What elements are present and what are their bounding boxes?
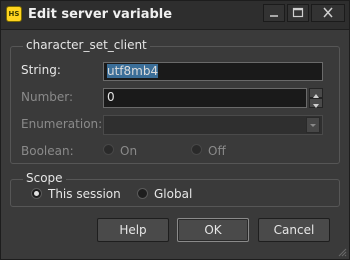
minimize-icon (270, 15, 278, 17)
boolean-on-label: On (120, 144, 138, 158)
title-bar[interactable]: HS Edit server variable (1, 1, 349, 30)
help-button[interactable]: Help (97, 218, 169, 242)
number-value: 0 (107, 90, 115, 104)
enumeration-label: Enumeration: (21, 117, 103, 131)
number-spin-up[interactable] (309, 88, 323, 98)
heidisql-app-icon: HS (6, 6, 22, 22)
close-icon (323, 7, 333, 18)
scope-group-title: Scope (23, 171, 66, 185)
number-input[interactable]: 0 (103, 88, 307, 108)
scope-global-radio[interactable] (137, 188, 148, 199)
string-input[interactable]: utf8mb4 (103, 62, 323, 81)
number-label: Number: (21, 90, 74, 104)
string-value: utf8mb4 (107, 64, 159, 78)
scope-global-label: Global (154, 187, 193, 201)
number-spin-down[interactable] (309, 98, 323, 108)
minimize-button[interactable] (263, 4, 285, 22)
scope-this-session-radio[interactable] (31, 188, 42, 199)
maximize-button[interactable] (287, 4, 309, 22)
variable-group-title: character_set_client (23, 38, 150, 52)
close-button[interactable] (311, 4, 345, 22)
maximize-icon (292, 7, 304, 18)
resize-grip-icon[interactable] (337, 247, 347, 257)
edit-server-variable-dialog: HS Edit server variable character_set_cl… (0, 0, 350, 260)
cancel-button[interactable]: Cancel (258, 218, 330, 242)
enumeration-select[interactable] (103, 115, 323, 135)
boolean-label: Boolean: (21, 144, 74, 158)
scope-this-session-label: This session (48, 187, 121, 201)
ok-button[interactable]: OK (177, 218, 249, 242)
window-title: Edit server variable (28, 7, 173, 22)
chevron-down-icon (310, 124, 316, 127)
string-label: String: (21, 63, 61, 77)
boolean-off-radio[interactable] (191, 144, 202, 155)
boolean-off-label: Off (208, 144, 226, 158)
enumeration-dropdown-button[interactable] (306, 117, 320, 133)
arrow-down-icon (313, 104, 319, 108)
boolean-on-radio[interactable] (103, 144, 114, 155)
